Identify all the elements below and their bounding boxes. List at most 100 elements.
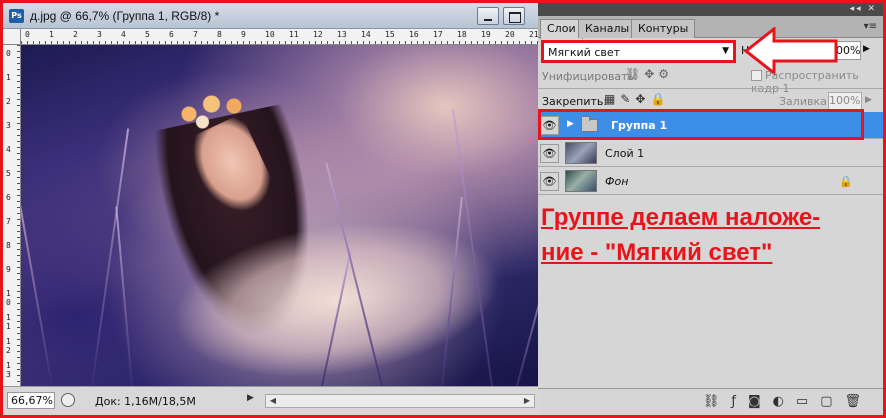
ruler-corner[interactable] <box>3 29 21 45</box>
ruler-tick: 9 <box>6 265 11 274</box>
ruler-tick: 1 <box>6 73 11 82</box>
minimize-button[interactable] <box>477 7 499 25</box>
pointer-arrow-annotation <box>744 27 838 75</box>
lock-icon: 🔒 <box>839 175 853 188</box>
panel-header-strip[interactable]: ◂◂ ✕ <box>538 3 883 16</box>
ruler-tick: 10 <box>6 289 11 307</box>
ruler-tick: 18 <box>457 30 467 39</box>
horizontal-scrollbar[interactable]: ◀ ▶ <box>265 394 535 408</box>
layer-thumbnail <box>565 142 597 164</box>
fill-label: Заливка: <box>779 95 831 108</box>
ruler-tick: 9 <box>241 30 246 39</box>
ruler-tick: 1 <box>49 30 54 39</box>
ruler-tick: 0 <box>25 30 30 39</box>
layer-row-background[interactable]: 👁 Фон 🔒 <box>538 168 883 195</box>
scroll-right-icon[interactable]: ▶ <box>520 395 534 407</box>
vertical-ruler[interactable]: 0 1 2 3 4 5 6 7 8 9 10 11 12 13 <box>3 45 21 386</box>
layer-row-group-1[interactable]: 👁 ▶ Группа 1 <box>538 112 883 139</box>
layer-name: Группа 1 <box>611 119 668 132</box>
annotation-line-2: ние - "Мягкий свет" <box>541 239 773 266</box>
scroll-left-icon[interactable]: ◀ <box>266 395 280 407</box>
image-canvas[interactable] <box>21 45 538 386</box>
ruler-tick: 4 <box>6 145 11 154</box>
photo-grass <box>21 188 53 386</box>
blend-mode-value: Мягкий свет <box>548 46 621 59</box>
photo-grass <box>115 206 133 386</box>
opacity-slider-arrow-icon[interactable]: ▶ <box>863 44 870 54</box>
status-bar: 66,67% Док: 1,16M/18,5M ▶ ◀ ▶ <box>3 386 538 415</box>
unify-label: Унифицировать: <box>542 70 638 83</box>
status-info-icon[interactable] <box>61 393 75 407</box>
fill-slider-arrow-icon[interactable]: ▶ <box>865 95 872 105</box>
divider <box>538 88 883 89</box>
photoshop-icon: Ps <box>9 9 24 23</box>
ruler-tick: 7 <box>193 30 198 39</box>
horizontal-ruler[interactable]: 0 1 2 3 4 5 6 7 8 9 10 11 12 13 14 15 16… <box>21 29 539 45</box>
annotation-line-1: Группе делаем наложе- <box>541 204 821 231</box>
lock-options-icons[interactable]: ▦✎✥🔒 <box>604 92 670 106</box>
unify-icons[interactable]: ⛓✥⚙ <box>625 67 673 81</box>
ruler-tick: 13 <box>337 30 347 39</box>
ruler-tick: 3 <box>97 30 102 39</box>
zoom-field[interactable]: 66,67% <box>7 392 55 409</box>
ruler-tick: 2 <box>6 97 11 106</box>
ruler-tick: 5 <box>145 30 150 39</box>
opacity-field[interactable]: 00% <box>835 41 861 60</box>
layer-action-icons[interactable]: ⛓ƒ◙◐▭▢🗑 <box>703 394 873 409</box>
ruler-tick: 17 <box>433 30 443 39</box>
ruler-tick: 5 <box>6 169 11 178</box>
document-title: д.jpg @ 66,7% (Группа 1, RGB/8) * <box>30 9 220 23</box>
layers-panel-toolbar: ⛓ƒ◙◐▭▢🗑 <box>538 388 883 415</box>
photo-flower-wreath <box>171 90 261 130</box>
ruler-tick: 8 <box>217 30 222 39</box>
expand-group-icon[interactable]: ▶ <box>567 119 574 129</box>
ruler-tick: 6 <box>6 193 11 202</box>
instruction-annotation: Группе делаем наложе- ние - "Мягкий свет… <box>541 200 883 270</box>
visibility-eye-icon[interactable]: 👁 <box>540 116 559 135</box>
chevron-down-icon: ▼ <box>722 46 729 56</box>
lock-label: Закрепить: <box>542 95 608 108</box>
ruler-tick: 0 <box>6 49 11 58</box>
ruler-tick: 6 <box>169 30 174 39</box>
propagate-frame-checkbox[interactable]: Распространить кадр 1 <box>751 69 883 95</box>
ruler-tick: 10 <box>265 30 275 39</box>
photo-grass <box>91 128 130 386</box>
document-title-bar[interactable]: Ps д.jpg @ 66,7% (Группа 1, RGB/8) * <box>3 3 538 29</box>
document-size: Док: 1,16M/18,5M <box>95 395 196 408</box>
document-window: Ps д.jpg @ 66,7% (Группа 1, RGB/8) * 0 1… <box>3 3 539 415</box>
visibility-eye-icon[interactable]: 👁 <box>540 172 559 191</box>
layer-row-layer-1[interactable]: 👁 Слой 1 <box>538 140 883 167</box>
ruler-tick: 20 <box>505 30 515 39</box>
ruler-tick: 15 <box>385 30 395 39</box>
maximize-button[interactable] <box>503 7 525 25</box>
ruler-tick: 12 <box>313 30 323 39</box>
blend-mode-select[interactable]: Мягкий свет ▼ <box>541 40 736 63</box>
ruler-tick: 4 <box>121 30 126 39</box>
layer-thumbnail <box>565 170 597 192</box>
collapse-panel-icon[interactable]: ◂◂ ✕ <box>850 4 877 14</box>
tab-paths[interactable]: Контуры <box>631 19 696 38</box>
ruler-tick: 7 <box>6 217 11 226</box>
ruler-tick: 16 <box>409 30 419 39</box>
tab-channels[interactable]: Каналы <box>578 19 637 38</box>
ruler-tick: 11 <box>6 313 11 331</box>
tab-layers[interactable]: Слои <box>540 19 583 39</box>
ruler-tick: 12 <box>6 337 11 355</box>
status-menu-arrow-icon[interactable]: ▶ <box>247 393 259 407</box>
layer-name: Слой 1 <box>605 147 645 160</box>
ruler-tick: 3 <box>6 121 11 130</box>
layer-name: Фон <box>605 175 629 188</box>
layers-panel: ◂◂ ✕ Слои Каналы Контуры ▾≡ Мягкий свет … <box>538 3 883 415</box>
fill-field[interactable]: 100% <box>828 92 862 110</box>
ruler-tick: 19 <box>481 30 491 39</box>
ruler-tick: 14 <box>361 30 371 39</box>
ruler-tick: 13 <box>6 361 11 379</box>
photo-grass <box>516 240 538 386</box>
visibility-eye-icon[interactable]: 👁 <box>540 144 559 163</box>
folder-icon <box>581 116 598 132</box>
ruler-tick: 11 <box>289 30 299 39</box>
ruler-tick: 2 <box>73 30 78 39</box>
checkbox-icon <box>751 70 762 81</box>
panel-menu-icon[interactable]: ▾≡ <box>864 21 877 32</box>
ruler-tick: 8 <box>6 241 11 250</box>
